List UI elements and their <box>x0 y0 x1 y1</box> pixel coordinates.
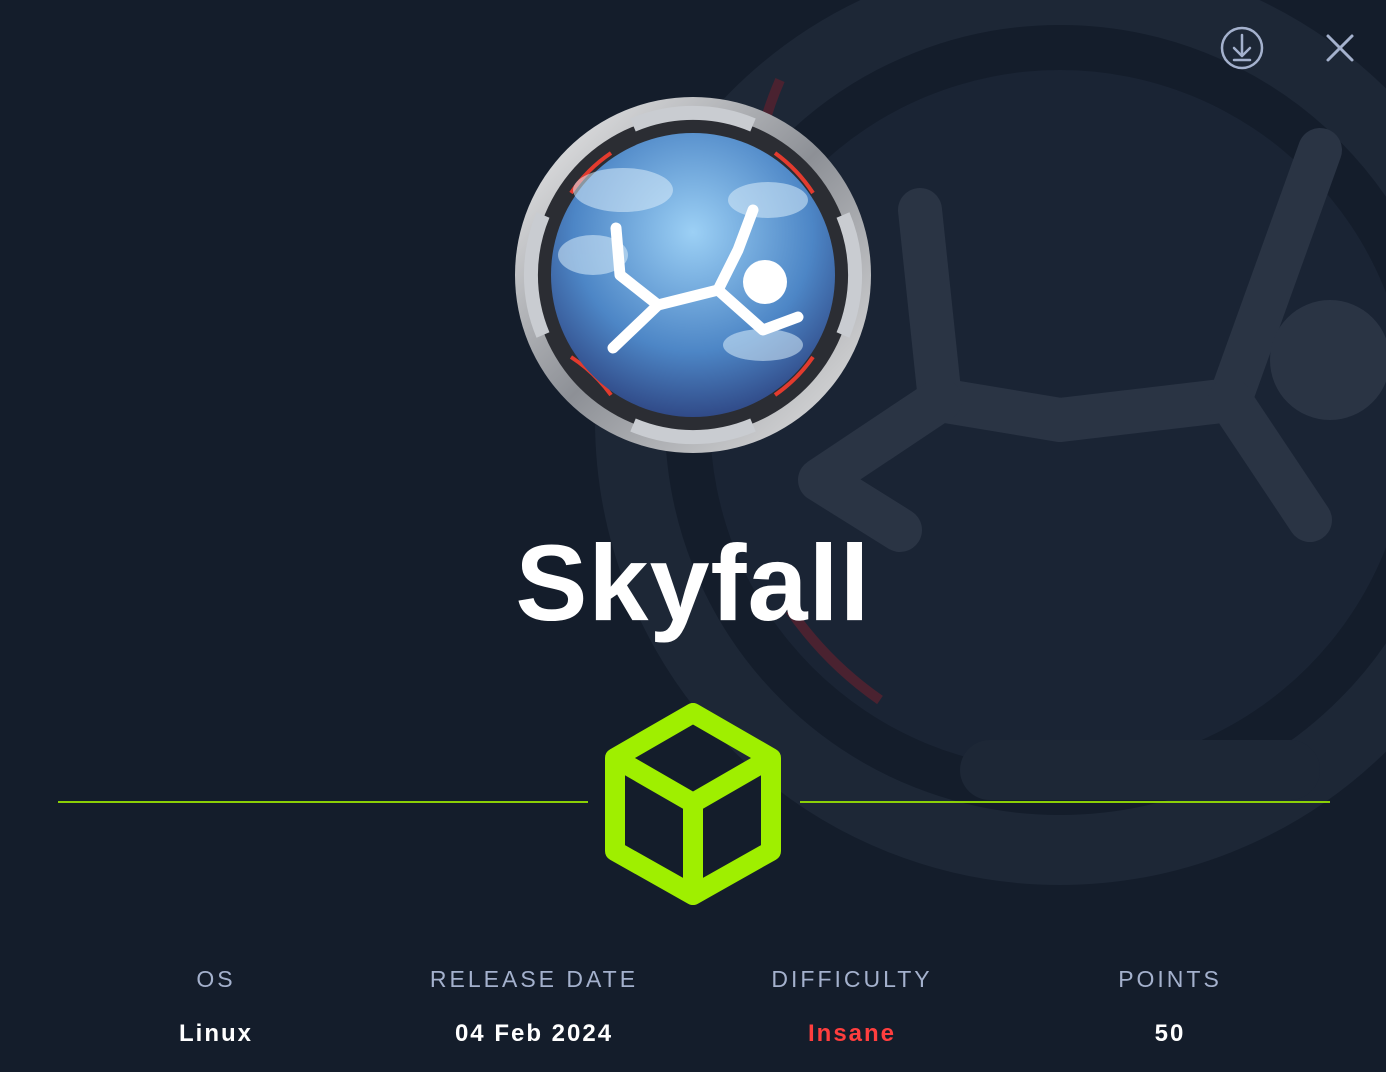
stat-label-points: POINTS <box>1118 966 1222 992</box>
close-icon <box>1326 34 1354 62</box>
download-button[interactable] <box>1218 24 1266 72</box>
stat-value-difficulty: Insane <box>807 1020 897 1047</box>
stat-label-difficulty: DIFFICULTY <box>771 966 933 992</box>
stat-value-os: Linux <box>179 1020 253 1047</box>
stat-release-date: RELEASE DATE 04 Feb 2024 <box>404 966 664 1048</box>
stat-value-points: 50 <box>1154 1020 1186 1047</box>
machine-avatar <box>515 97 871 453</box>
stat-value-release-date: 04 Feb 2024 <box>454 1020 614 1047</box>
top-actions <box>1218 24 1364 72</box>
download-circle-icon <box>1220 26 1264 70</box>
machine-stats: OS Linux RELEASE DATE 04 Feb 2024 DIFFIC… <box>0 966 1386 1056</box>
stat-points: POINTS 50 <box>1040 966 1300 1048</box>
stat-label-os: OS <box>196 966 236 992</box>
stat-difficulty: DIFFICULTY Insane <box>722 966 982 1048</box>
cube-icon <box>605 703 781 905</box>
close-button[interactable] <box>1316 24 1364 72</box>
divider-right <box>800 801 1330 803</box>
divider-left <box>58 801 588 803</box>
stat-label-release-date: RELEASE DATE <box>429 966 639 992</box>
stat-os: OS Linux <box>86 966 346 1048</box>
machine-name: Skyfall <box>515 522 871 643</box>
